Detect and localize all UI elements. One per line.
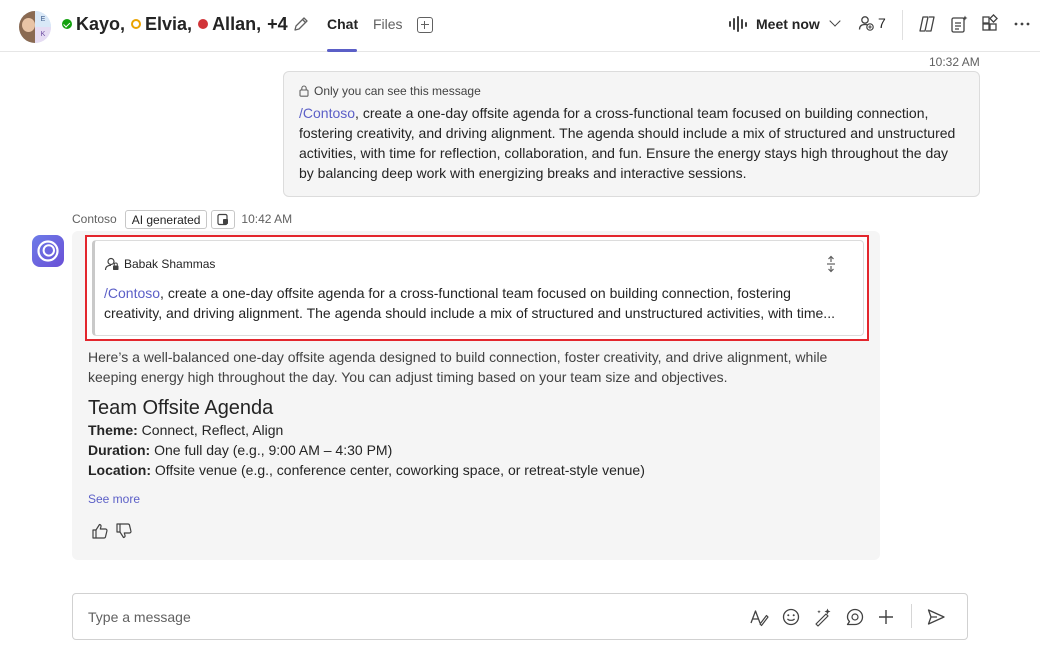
chat-title[interactable]: Kayo, Elvia, Allan, +4 bbox=[62, 12, 310, 36]
contoso-logo-icon bbox=[37, 240, 59, 262]
edit-name-icon[interactable] bbox=[292, 15, 310, 33]
notes-icon[interactable] bbox=[949, 14, 969, 34]
detail-location: Location: Offsite venue (e.g., conferenc… bbox=[88, 462, 645, 478]
format-text-icon[interactable] bbox=[749, 607, 769, 627]
user-message-body: , create a one-day offsite agenda for a … bbox=[299, 105, 956, 181]
add-tab-icon[interactable] bbox=[417, 17, 433, 33]
send-icon[interactable] bbox=[926, 607, 946, 627]
visibility-note: Only you can see this message bbox=[299, 84, 964, 98]
participants-count: 7 bbox=[878, 15, 886, 31]
away-status-icon bbox=[131, 19, 142, 29]
header-divider bbox=[902, 10, 903, 40]
bot-intro-text: Here’s a well-balanced one-day offsite a… bbox=[88, 349, 828, 385]
user-message-bubble[interactable]: Only you can see this message /Contoso, … bbox=[283, 71, 980, 197]
bot-mention[interactable]: /Contoso bbox=[299, 105, 355, 121]
quote-mention[interactable]: /Contoso bbox=[104, 285, 160, 301]
participant-name: Allan, bbox=[212, 13, 262, 34]
chat-header: E K Kayo, Elvia, Allan, +4 Chat Files Me… bbox=[0, 0, 1040, 52]
sensitivity-badge[interactable] bbox=[211, 209, 236, 229]
bot-avatar[interactable] bbox=[32, 235, 64, 267]
detail-value: One full day (e.g., 9:00 AM – 4:30 PM) bbox=[150, 442, 393, 458]
people-icon bbox=[858, 16, 874, 31]
quote-text: /Contoso, create a one-day offsite agend… bbox=[104, 283, 849, 323]
active-tab-indicator bbox=[327, 49, 357, 52]
group-avatar[interactable]: E K bbox=[19, 11, 51, 43]
meet-now-button[interactable]: Meet now bbox=[729, 13, 820, 35]
people-lock-icon bbox=[104, 257, 119, 271]
lock-icon bbox=[299, 85, 309, 97]
message-timestamp: 10:32 AM bbox=[929, 55, 980, 69]
chevron-down-icon[interactable] bbox=[829, 15, 841, 27]
tab-chat[interactable]: Chat bbox=[327, 16, 358, 32]
avatar-photo bbox=[19, 11, 35, 43]
quote-line-2: creativity, and driving alignment. The a… bbox=[104, 305, 835, 321]
detail-label: Duration: bbox=[88, 442, 151, 458]
audio-wave-icon bbox=[729, 16, 747, 32]
emoji-icon[interactable] bbox=[781, 607, 801, 627]
detail-label: Location: bbox=[88, 462, 151, 478]
detail-label: Theme: bbox=[88, 422, 138, 438]
bot-message-timestamp: 10:42 AM bbox=[241, 212, 293, 226]
tab-files[interactable]: Files bbox=[373, 16, 403, 32]
bot-message-meta: Contoso AI generated 10:42 AM bbox=[72, 209, 292, 229]
participant-name: Kayo, bbox=[76, 13, 126, 34]
detail-theme: Theme: Connect, Reflect, Align bbox=[88, 422, 283, 438]
shield-lock-icon bbox=[217, 213, 229, 225]
see-more-link[interactable]: See more bbox=[88, 492, 140, 506]
detail-value: Connect, Reflect, Align bbox=[137, 422, 284, 438]
visibility-note-text: Only you can see this message bbox=[314, 84, 481, 98]
apps-icon[interactable] bbox=[980, 14, 1000, 34]
more-options-icon[interactable] bbox=[1012, 14, 1032, 34]
loop-icon[interactable] bbox=[845, 607, 865, 627]
bot-sender-name: Contoso bbox=[72, 212, 117, 226]
agenda-heading: Team Offsite Agenda bbox=[88, 397, 274, 419]
busy-status-icon bbox=[198, 19, 209, 29]
ai-generated-badge: AI generated bbox=[124, 209, 208, 229]
expand-icon[interactable] bbox=[824, 254, 838, 274]
add-icon[interactable] bbox=[876, 607, 896, 627]
detail-value: Offsite venue (e.g., conference center, … bbox=[151, 462, 645, 478]
quote-author: Babak Shammas bbox=[104, 256, 215, 272]
quote-line-1-text: , create a one-day offsite agenda for a … bbox=[160, 285, 791, 301]
quote-line-1: /Contoso, create a one-day offsite agend… bbox=[104, 283, 849, 303]
user-message-text: /Contoso, create a one-day offsite agend… bbox=[299, 103, 964, 183]
thumbs-up-icon[interactable] bbox=[91, 522, 109, 540]
rewrite-icon[interactable] bbox=[813, 607, 833, 627]
detail-duration: Duration: One full day (e.g., 9:00 AM – … bbox=[88, 442, 392, 458]
avatar-initial-k: K bbox=[35, 27, 51, 43]
meet-now-label: Meet now bbox=[756, 16, 820, 32]
quote-author-name: Babak Shammas bbox=[124, 257, 216, 271]
avatar-initial-e: E bbox=[35, 11, 51, 27]
thumbs-down-icon[interactable] bbox=[115, 522, 133, 540]
copilot-icon[interactable] bbox=[917, 14, 937, 34]
extra-participants-count: +4 bbox=[267, 13, 288, 34]
compose-divider bbox=[911, 604, 912, 628]
available-status-icon bbox=[62, 19, 72, 29]
message-input[interactable] bbox=[88, 609, 688, 625]
participant-name: Elvia, bbox=[145, 13, 193, 34]
participants-button[interactable]: 7 bbox=[857, 14, 886, 32]
